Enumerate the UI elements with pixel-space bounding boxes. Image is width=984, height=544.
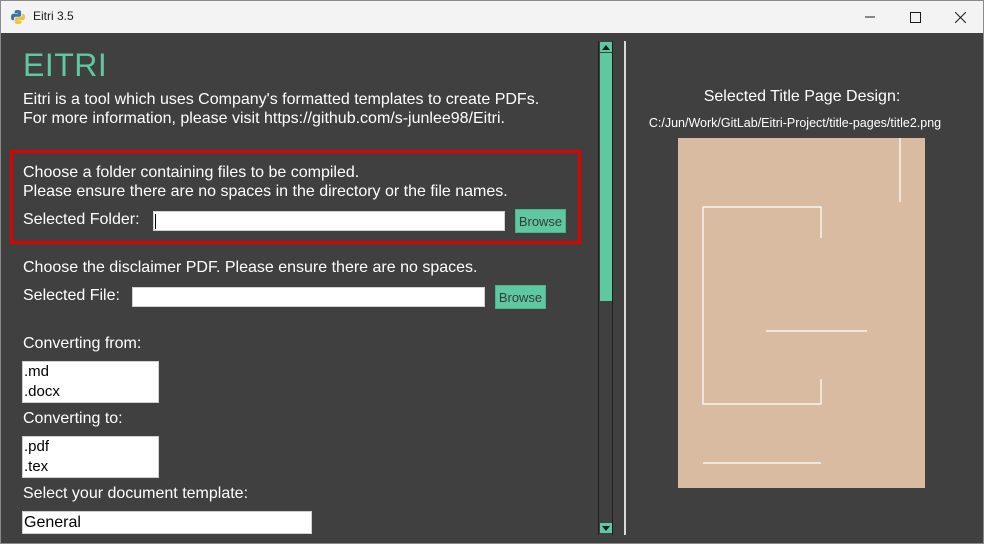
browse-file-button[interactable]: Browse [495, 285, 546, 309]
minimize-button[interactable] [847, 1, 893, 33]
selected-file-label: Selected File: [23, 287, 120, 304]
chevron-down-icon [602, 525, 610, 531]
maximize-button[interactable] [892, 1, 938, 33]
app-window: Eitri 3.5 EITRI Eitri is a tool which us… [0, 0, 984, 544]
close-button[interactable] [937, 1, 983, 33]
title-page-preview-image [678, 138, 925, 488]
converting-to-label: Converting to: [23, 410, 123, 427]
preview-title: Selected Title Page Design: [703, 88, 901, 105]
minimize-icon [865, 16, 875, 18]
title-page-design-graphic [702, 138, 901, 464]
converting-from-label: Converting from: [23, 335, 142, 352]
scroll-down-button[interactable] [600, 523, 612, 533]
python-app-icon [11, 10, 25, 24]
folder-instruction-2: Please ensure there are no spaces in the… [23, 183, 508, 200]
selected-folder-label: Selected Folder: [23, 211, 140, 228]
converting-from-listbox[interactable]: .md .docx [22, 361, 159, 403]
window-title: Eitri 3.5 [33, 9, 74, 23]
scroll-up-button[interactable] [600, 42, 612, 52]
selected-file-input[interactable] [132, 287, 485, 307]
template-label: Select your document template: [23, 485, 249, 502]
close-icon [954, 11, 966, 23]
disclaimer-instruction: Choose the disclaimer PDF. Please ensure… [23, 259, 478, 276]
intro-line-1: Eitri is a tool which uses Company's for… [23, 91, 540, 108]
maximize-icon [909, 11, 921, 23]
scrollbar-thumb[interactable] [600, 53, 612, 301]
template-select[interactable]: General [22, 511, 312, 534]
panel-divider [624, 41, 626, 535]
preview-path: C:/Jun/Work/GitLab/Eitri-Project/title-p… [648, 116, 942, 130]
browse-folder-button[interactable]: Browse [515, 209, 566, 233]
list-item[interactable]: .pdf [23, 437, 158, 457]
chevron-up-icon [602, 44, 610, 50]
app-heading: EITRI [23, 47, 108, 83]
folder-instruction-1: Choose a folder containing files to be c… [23, 164, 360, 181]
list-item[interactable]: .md [23, 362, 158, 382]
main-content: EITRI Eitri is a tool which uses Company… [1, 33, 983, 543]
list-item[interactable]: .docx [23, 382, 158, 402]
intro-line-2: For more information, please visit https… [23, 110, 505, 127]
text-caret [155, 214, 156, 229]
list-item[interactable]: .tex [23, 457, 158, 477]
vertical-scrollbar[interactable] [598, 41, 613, 535]
selected-folder-input[interactable] [153, 211, 505, 231]
title-bar[interactable]: Eitri 3.5 [1, 1, 983, 33]
converting-to-listbox[interactable]: .pdf .tex [22, 436, 159, 478]
